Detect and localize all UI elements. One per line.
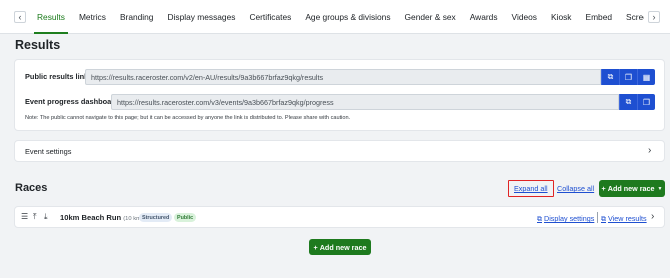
external-link-icon: ⧉ bbox=[607, 72, 614, 81]
progress-dashboard-url-field[interactable]: https://results.raceroster.com/v3/events… bbox=[111, 94, 619, 110]
copy-icon: ❐ bbox=[624, 72, 633, 82]
copy-icon: ❐ bbox=[642, 97, 651, 107]
open-public-link-button[interactable]: ⧉ bbox=[601, 69, 619, 85]
tabs-scroll-right-button[interactable]: › bbox=[644, 0, 664, 34]
view-results-link[interactable]: ⧉ View results bbox=[601, 214, 647, 224]
tab-embed[interactable]: Embed bbox=[578, 0, 619, 34]
plus-icon: + bbox=[601, 184, 606, 193]
external-link-icon: ⧉ bbox=[601, 216, 606, 223]
display-settings-link[interactable]: ⧉ Display settings bbox=[537, 214, 594, 224]
add-new-race-label: Add new race bbox=[319, 242, 367, 252]
add-new-race-button-top[interactable]: + Add new race ▼ bbox=[599, 180, 665, 197]
tab-metrics[interactable]: Metrics bbox=[72, 0, 113, 34]
chevron-right-icon[interactable]: › bbox=[651, 211, 654, 222]
tab-gender-sex[interactable]: Gender & sex bbox=[398, 0, 463, 34]
plus-icon: + bbox=[313, 242, 318, 252]
tab-display-messages[interactable]: Display messages bbox=[160, 0, 242, 34]
expand-all-link[interactable]: Expand all bbox=[514, 184, 548, 193]
caret-down-icon: ▼ bbox=[657, 185, 663, 192]
race-name[interactable]: 10km Beach Run (10 km) bbox=[60, 213, 143, 222]
tab-results[interactable]: Results bbox=[30, 0, 72, 34]
public-results-link-label: Public results link bbox=[25, 72, 89, 81]
tab-age-groups-divisions[interactable]: Age groups & divisions bbox=[298, 0, 397, 34]
chevron-right-icon: › bbox=[648, 145, 652, 156]
copy-progress-link-button[interactable]: ❐ bbox=[637, 94, 655, 110]
public-badge: Public bbox=[174, 213, 197, 222]
tabs-list: Results Metrics Branding Display messages Ce… bbox=[30, 0, 644, 34]
collapse-all-link[interactable]: Collapse all bbox=[557, 184, 594, 193]
link-separator bbox=[597, 212, 598, 223]
external-link-icon: ⧉ bbox=[625, 97, 632, 106]
qr-code-icon: ▦ bbox=[642, 72, 651, 82]
structured-badge: Structured bbox=[139, 213, 173, 222]
event-progress-dashboard-label: Event progress dashboard bbox=[25, 97, 119, 106]
open-progress-link-button[interactable]: ⧉ bbox=[619, 94, 637, 110]
copy-public-link-button[interactable]: ❐ bbox=[619, 69, 637, 85]
move-to-top-icon[interactable]: ⤒ bbox=[33, 212, 37, 222]
race-row: ☰ ⤒ ⤓ 10km Beach Run (10 km) Structured P… bbox=[14, 206, 665, 228]
event-settings-section[interactable]: Event settings › bbox=[14, 140, 665, 162]
tab-awards[interactable]: Awards bbox=[463, 0, 505, 34]
races-title: Races bbox=[15, 182, 48, 194]
qr-code-button[interactable]: ▦ bbox=[637, 69, 655, 85]
settings-tab-bar: ‹ Results Metrics Branding Display messages… bbox=[0, 0, 670, 34]
page-title: Results bbox=[15, 38, 61, 52]
public-results-url-field[interactable]: https://results.raceroster.com/v2/en-AU/… bbox=[85, 69, 601, 85]
chevron-left-icon: ‹ bbox=[14, 10, 26, 23]
add-new-race-button-bottom[interactable]: + Add new race bbox=[309, 239, 371, 255]
external-link-icon: ⧉ bbox=[537, 216, 542, 223]
tab-branding[interactable]: Branding bbox=[113, 0, 161, 34]
move-to-bottom-icon[interactable]: ⤓ bbox=[44, 212, 48, 222]
tab-kiosk[interactable]: Kiosk bbox=[544, 0, 578, 34]
tab-certificates[interactable]: Certificates bbox=[242, 0, 298, 34]
tabs-scroll-left-button[interactable]: ‹ bbox=[10, 0, 30, 34]
event-settings-label: Event settings bbox=[25, 147, 72, 156]
tab-videos[interactable]: Videos bbox=[505, 0, 544, 34]
race-name-text: 10km Beach Run bbox=[60, 213, 122, 222]
add-new-race-label: Add new race bbox=[607, 184, 655, 193]
tab-screens[interactable]: Screens bbox=[619, 0, 644, 34]
drag-handle-icon[interactable]: ☰ bbox=[21, 212, 28, 221]
chevron-right-icon: › bbox=[648, 10, 660, 23]
share-caution-note: Note: The public cannot navigate to this… bbox=[25, 115, 351, 121]
results-links-card: Public results link https://results.race… bbox=[14, 59, 665, 131]
